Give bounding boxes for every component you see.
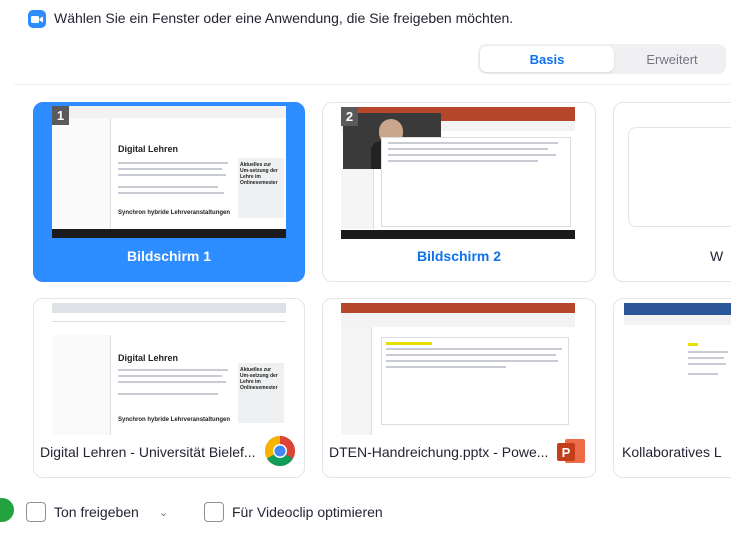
tab-erweitert[interactable]: Erweitert [618, 46, 726, 72]
thumb-aside-title: Aktuelles zur Um-setzung der Lehre im On… [240, 162, 278, 186]
powerpoint-window-preview [341, 303, 575, 435]
left-edge [0, 0, 14, 533]
optimize-video-checkbox[interactable] [204, 502, 224, 522]
share-card-screen-1[interactable]: Digital Lehren Synchron hybride Lehrvera… [33, 102, 305, 282]
powerpoint-icon: P [555, 435, 587, 467]
view-tabs: Basis Erweitert [478, 44, 726, 74]
screen-number-badge: 1 [52, 106, 69, 125]
svg-text:P: P [562, 445, 571, 460]
optimize-video-label: Für Videoclip optimieren [232, 504, 383, 520]
chrome-window-preview: Digital Lehren Synchron hybride Lehrvera… [52, 303, 286, 435]
screen-1-preview: Digital Lehren Synchron hybride Lehrvera… [52, 106, 286, 238]
screen-number-badge: 2 [341, 107, 358, 126]
share-card-whiteboard[interactable]: W [613, 102, 731, 282]
share-card-word-window[interactable]: Kollaboratives L [613, 298, 731, 478]
tab-basis[interactable]: Basis [480, 46, 614, 72]
share-sound-label: Ton freigeben [54, 504, 139, 520]
share-card-chrome-window[interactable]: Digital Lehren Synchron hybride Lehrvera… [33, 298, 305, 478]
chevron-down-icon[interactable]: ⌄ [159, 506, 168, 519]
thumb-doc-title: Digital Lehren [118, 144, 179, 154]
footer: Ton freigeben ⌄ Für Videoclip optimieren [14, 494, 731, 533]
thumb-aside-title: Aktuelles zur Um-setzung der Lehre im On… [240, 367, 278, 391]
card-label: Bildschirm 2 [416, 248, 502, 264]
card-label: W [710, 248, 724, 264]
thumb-section: Synchron hybride Lehrveranstaltungen [118, 417, 231, 423]
chrome-icon [264, 435, 296, 467]
divider [14, 84, 731, 85]
screen-2-preview [341, 107, 575, 239]
whiteboard-preview [628, 127, 731, 227]
header: Wählen Sie ein Fenster oder eine Anwendu… [14, 0, 731, 40]
card-label: Bildschirm 1 [126, 248, 212, 264]
optimize-video-option[interactable]: Für Videoclip optimieren [204, 502, 383, 522]
share-card-powerpoint-window[interactable]: DTEN-Handreichung.pptx - Powe... P [322, 298, 596, 478]
share-sound-checkbox[interactable] [26, 502, 46, 522]
thumb-doc-title: Digital Lehren [118, 353, 179, 363]
dialog-title: Wählen Sie ein Fenster oder eine Anwendu… [54, 10, 514, 26]
thumb-section: Synchron hybride Lehrveranstaltungen [118, 210, 231, 216]
share-card-screen-2[interactable]: 2 Bildschirm 2 [322, 102, 596, 282]
card-label: Kollaboratives L [622, 444, 722, 460]
zoom-camera-icon [28, 10, 46, 28]
share-sound-option[interactable]: Ton freigeben ⌄ [26, 502, 168, 522]
word-window-preview [624, 303, 731, 435]
